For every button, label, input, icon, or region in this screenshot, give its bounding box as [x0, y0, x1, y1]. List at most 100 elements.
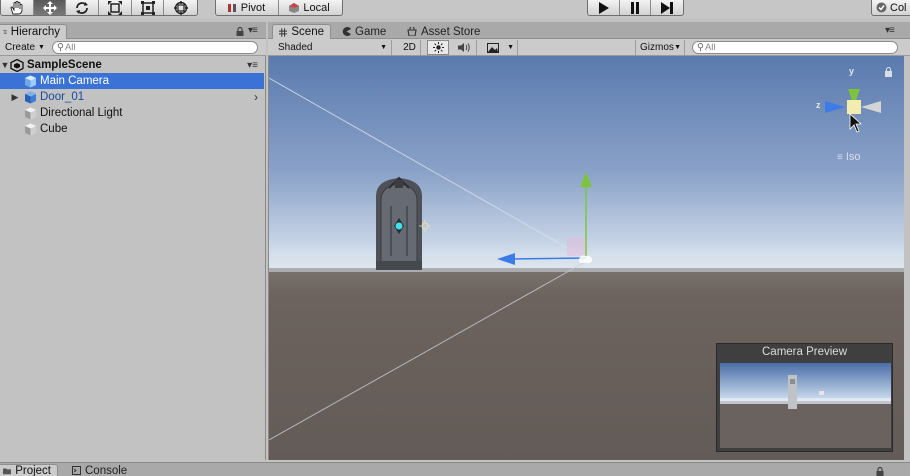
gizmos-dropdown[interactable]: Gizmos ▼ [635, 40, 685, 55]
play-button[interactable] [588, 0, 620, 15]
hierarchy-item-label: Door_01 [40, 91, 85, 103]
play-icon [599, 1, 610, 14]
expand-arrow-icon[interactable]: ▶ [10, 92, 20, 103]
local-toggle-button[interactable]: Local [279, 0, 342, 15]
scene-search-placeholder: All [704, 42, 716, 53]
pause-button[interactable] [620, 0, 652, 15]
hierarchy-search-placeholder: All [64, 42, 76, 53]
playback-controls [587, 0, 684, 16]
tab-game[interactable]: Game [336, 24, 392, 39]
hierarchy-item[interactable]: Directional Light [0, 105, 264, 121]
pivot-toggle-button[interactable]: Pivot [216, 0, 280, 15]
move-icon [42, 0, 57, 15]
scene-name: SampleScene [27, 59, 102, 71]
tab-console[interactable]: Console [66, 464, 133, 476]
move-tool-button[interactable] [33, 0, 67, 15]
tab-hierarchy-label: Hierarchy [10, 26, 60, 38]
check-circle-icon [876, 2, 887, 13]
collab-group: Col [871, 0, 910, 16]
gizmo-y-label: y [849, 66, 855, 76]
pivot-icon [227, 3, 236, 12]
image-icon [487, 42, 499, 53]
audio-toggle-button[interactable] [453, 40, 477, 55]
tab-asset-store[interactable]: Asset Store [401, 24, 486, 39]
tab-game-label: Game [355, 25, 387, 38]
shading-mode-dropdown[interactable]: Shaded ▼ [274, 40, 392, 55]
unity-scene-icon [10, 58, 24, 72]
local-icon [289, 2, 300, 13]
create-label: Create [5, 42, 36, 53]
search-icon: ⚲ [57, 42, 64, 53]
bottom-tabbar: Project Console [0, 462, 910, 476]
caret-down-icon: ▼ [380, 44, 387, 51]
hierarchy-tree: ▼ SampleScene ▾≡ Main Camera ▶ Door_01 ›… [0, 56, 266, 460]
scene-row[interactable]: ▼ SampleScene ▾≡ [0, 57, 264, 73]
hierarchy-panel-menu[interactable]: ▾≡ [248, 25, 258, 36]
shading-mode-label: Shaded [278, 42, 313, 53]
hierarchy-item[interactable]: Cube [0, 121, 264, 137]
grid-icon [279, 27, 288, 37]
mode-2d-button[interactable]: 2D [399, 40, 421, 55]
pause-icon [631, 1, 639, 14]
hierarchy-item-label: Cube [40, 123, 68, 135]
create-dropdown[interactable]: Create ▼ [1, 41, 49, 54]
expand-arrow-icon[interactable]: ▼ [0, 60, 10, 70]
iso-label: Iso [845, 151, 861, 163]
main-toolbar: Pivot Local Col [0, 0, 910, 18]
iso-toggle[interactable]: ≡ Iso [837, 151, 861, 163]
hierarchy-toolbar: Create ▼ ⚲ All [0, 39, 266, 56]
tab-hierarchy[interactable]: Hierarchy [0, 24, 67, 39]
pivot-label: Pivot [240, 1, 266, 14]
scene-panel-menu[interactable]: ▾≡ [885, 25, 895, 36]
transform-tool-button[interactable] [164, 0, 197, 15]
transform-icon [173, 0, 188, 15]
scale-tool-button[interactable] [99, 0, 132, 15]
step-icon [661, 1, 674, 14]
lock-icon[interactable] [876, 467, 884, 476]
hierarchy-item[interactable]: Main Camera [0, 73, 264, 89]
rotate-tool-button[interactable] [66, 0, 100, 15]
camera-preview-image [720, 363, 891, 448]
effects-dropdown[interactable]: ▼ [482, 40, 518, 55]
caret-down-icon: ▼ [674, 44, 681, 51]
local-label: Local [303, 1, 330, 14]
pacman-icon [342, 27, 351, 36]
door-object[interactable] [376, 176, 422, 270]
gizmo-z-label: z [816, 100, 821, 110]
hierarchy-item-label: Main Camera [40, 75, 110, 87]
step-button[interactable] [651, 0, 683, 15]
scene-menu-icon[interactable]: ▾≡ [247, 60, 258, 71]
tab-console-label: Console [85, 464, 128, 476]
viewport-edge [904, 56, 910, 460]
tab-project-label: Project [15, 465, 51, 476]
folder-icon [3, 468, 12, 475]
scene-search-input[interactable]: ⚲ All [692, 41, 898, 54]
lock-icon[interactable] [236, 27, 244, 36]
chevron-right-icon[interactable]: › [254, 90, 258, 104]
hand-tool-button[interactable] [1, 0, 34, 15]
gameobject-cube-icon [25, 123, 36, 135]
store-icon [407, 27, 417, 36]
hierarchy-search-input[interactable]: ⚲ All [52, 41, 258, 54]
console-icon [72, 466, 81, 475]
rect-tool-button[interactable] [132, 0, 165, 15]
scale-icon [107, 0, 122, 15]
collab-label: Col [890, 1, 907, 14]
mode-2d-label: 2D [403, 42, 416, 53]
sun-icon [432, 42, 444, 53]
tab-project[interactable]: Project [0, 464, 58, 476]
lighting-toggle-button[interactable] [427, 40, 449, 55]
list-icon [3, 30, 7, 34]
tab-scene[interactable]: Scene [272, 24, 331, 39]
hierarchy-item[interactable]: ▶ Door_01 › [0, 89, 264, 105]
rect-icon [140, 0, 155, 15]
speaker-icon [458, 43, 470, 52]
tab-scene-label: Scene [291, 26, 324, 38]
scene-toolbar: Shaded ▼ 2D ▼ Gizmos ▼ ⚲ All [268, 39, 910, 56]
caret-down-icon: ▼ [38, 44, 45, 51]
transform-tools [0, 0, 198, 16]
collab-button[interactable]: Col [872, 0, 910, 15]
hand-icon [10, 0, 23, 14]
hierarchy-item-label: Directional Light [40, 107, 123, 119]
search-icon: ⚲ [697, 42, 704, 53]
